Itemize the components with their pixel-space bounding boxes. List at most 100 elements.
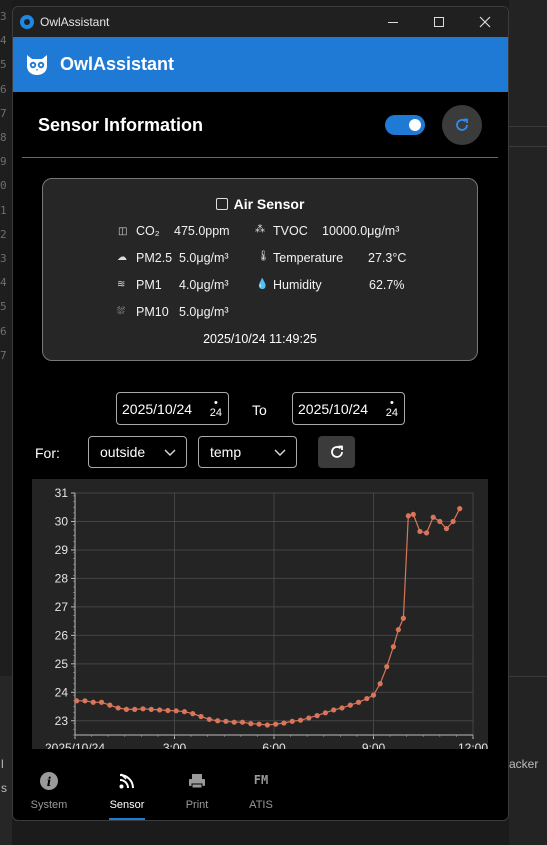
background-divider bbox=[509, 126, 547, 127]
x-tick-label: 6:00 bbox=[262, 741, 286, 749]
location-select[interactable]: outside bbox=[88, 436, 187, 468]
from-date-value: 2025/10/24 bbox=[122, 400, 193, 417]
section-divider bbox=[22, 157, 498, 158]
metric-label: Humidity bbox=[273, 278, 322, 292]
background-line-number: 8 bbox=[0, 131, 7, 144]
metric-label: TVOC bbox=[273, 224, 308, 238]
data-point bbox=[410, 511, 416, 517]
background-line-number: 0 bbox=[0, 179, 7, 193]
data-point bbox=[297, 717, 304, 723]
background-line-number: 6 bbox=[0, 324, 7, 338]
data-point bbox=[289, 718, 295, 724]
data-point bbox=[355, 699, 362, 705]
background-line-number: 4 bbox=[0, 276, 7, 290]
data-point bbox=[82, 698, 88, 704]
auto-refresh-toggle[interactable] bbox=[385, 115, 425, 135]
data-point bbox=[123, 706, 130, 712]
chevron-down-icon bbox=[274, 449, 286, 456]
metric-select[interactable]: temp bbox=[198, 436, 297, 468]
fm-icon: FM bbox=[253, 773, 269, 787]
data-point bbox=[306, 715, 312, 721]
y-tick-label: 28 bbox=[55, 571, 69, 585]
window-titlebar[interactable]: OwlAssistant bbox=[13, 7, 508, 37]
data-point bbox=[156, 707, 163, 713]
background-divider bbox=[509, 146, 547, 147]
temperature-chart: 23 24 25 26 27 28 29 30 31 2025/10/24 3:00 6:00 9:00… bbox=[32, 479, 488, 755]
data-point bbox=[190, 711, 196, 717]
air-sensor-icon bbox=[215, 198, 228, 210]
metric-label: Temperature bbox=[273, 251, 344, 265]
refresh-icon bbox=[330, 445, 343, 458]
pm10-icon: ⛆ bbox=[117, 306, 125, 317]
metric-label: PM2.5 bbox=[136, 251, 173, 265]
close-icon bbox=[479, 16, 491, 28]
data-point bbox=[132, 706, 138, 712]
humidity-icon: 💧 bbox=[256, 279, 269, 290]
maximize-button[interactable] bbox=[416, 7, 462, 37]
refresh-button[interactable] bbox=[442, 105, 482, 145]
toggle-knob bbox=[409, 119, 421, 131]
data-point bbox=[370, 692, 377, 698]
metric-value: temp bbox=[210, 444, 242, 460]
background-line-number: 5 bbox=[0, 58, 7, 72]
data-point bbox=[339, 705, 345, 711]
data-point bbox=[223, 718, 229, 724]
metric-value: 4.0μg/m³ bbox=[179, 278, 229, 292]
nav-label: ATIS bbox=[249, 799, 273, 811]
to-date-spinner[interactable]: • 24 bbox=[386, 398, 398, 419]
nav-item-atis[interactable]: FM ATIS bbox=[231, 762, 291, 820]
maximize-icon bbox=[434, 17, 444, 27]
data-point bbox=[239, 719, 246, 725]
app-logo-icon bbox=[20, 15, 34, 29]
refresh-icon bbox=[456, 118, 468, 131]
data-point bbox=[322, 710, 329, 716]
data-point bbox=[450, 518, 456, 525]
bottom-navigation: i System Sensor Print FM ATIS bbox=[13, 762, 508, 820]
data-point bbox=[423, 530, 430, 536]
app-bar: OwlAssistant bbox=[13, 37, 508, 92]
x-tick-label: 2025/10/24 bbox=[45, 741, 105, 749]
data-point bbox=[198, 713, 204, 720]
to-date-input[interactable]: 2025/10/24 • 24 bbox=[292, 392, 405, 425]
nav-label: Sensor bbox=[109, 799, 145, 811]
background-divider bbox=[509, 676, 547, 677]
data-point bbox=[148, 706, 154, 712]
reload-chart-button[interactable] bbox=[318, 436, 355, 468]
data-point bbox=[90, 699, 96, 705]
nav-item-print[interactable]: Print bbox=[167, 762, 227, 820]
background-line-number: 6 bbox=[0, 82, 7, 96]
background-line-number: 7 bbox=[0, 106, 7, 120]
y-tick-label: 24 bbox=[55, 685, 69, 699]
data-point bbox=[443, 525, 450, 532]
x-tick-label: 9:00 bbox=[362, 741, 386, 749]
location-value: outside bbox=[100, 444, 146, 460]
minimize-icon bbox=[388, 21, 398, 23]
data-point bbox=[115, 705, 121, 711]
chart-svg: 23 24 25 26 27 28 29 30 31 2025/10/24 3:00 6:00 9:00… bbox=[45, 486, 488, 755]
nav-item-sensor[interactable]: Sensor bbox=[97, 762, 157, 820]
data-point bbox=[256, 721, 262, 727]
metric-label: PM1 bbox=[136, 278, 162, 292]
data-point bbox=[231, 719, 237, 725]
minimize-button[interactable] bbox=[370, 7, 416, 37]
co2-icon: ◫ bbox=[118, 226, 128, 237]
y-tick-label: 31 bbox=[55, 486, 69, 500]
to-label: To bbox=[252, 402, 267, 418]
printer-icon bbox=[189, 774, 205, 789]
data-point bbox=[273, 721, 279, 727]
app-window: OwlAssistant OwlAssistant Sensor Informa… bbox=[12, 6, 509, 821]
nav-item-system[interactable]: i System bbox=[19, 762, 79, 820]
y-tick-label: 27 bbox=[55, 600, 69, 614]
section-header: Sensor Information bbox=[13, 92, 508, 158]
background-line-number: 2 bbox=[0, 227, 7, 241]
haze-icon: ≋ bbox=[117, 279, 126, 290]
data-point bbox=[347, 702, 353, 708]
nav-label: System bbox=[30, 799, 68, 811]
close-button[interactable] bbox=[462, 7, 508, 37]
metric-value: 62.7% bbox=[369, 278, 405, 292]
from-date-input[interactable]: 2025/10/24 • 24 bbox=[116, 392, 229, 425]
section-title: Sensor Information bbox=[38, 115, 204, 135]
metric-label: CO₂ bbox=[136, 224, 160, 238]
metric-label: PM10 bbox=[136, 305, 169, 319]
from-date-spinner[interactable]: • 24 bbox=[210, 398, 222, 419]
